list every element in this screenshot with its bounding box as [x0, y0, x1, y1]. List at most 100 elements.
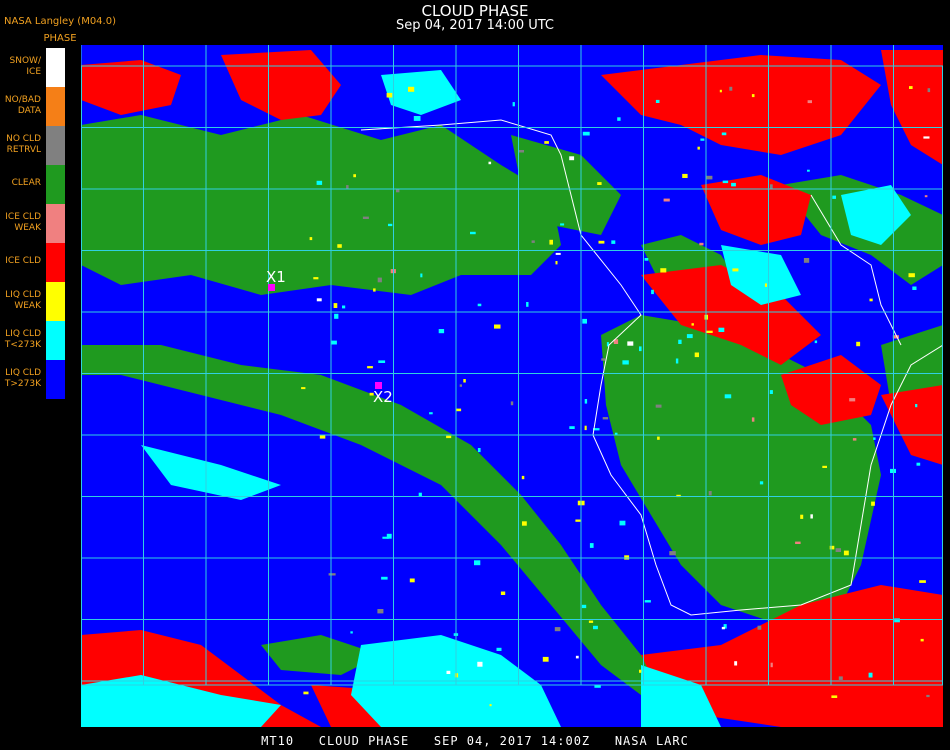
- legend-swatch: [46, 87, 65, 126]
- no-retrieval-speckle: [459, 384, 462, 387]
- legend-label: ICE CLD: [5, 212, 41, 222]
- legend-label: RETRVL: [6, 145, 41, 155]
- supercooled-speckle: [807, 169, 810, 172]
- weak-liquid-speckle: [920, 638, 924, 642]
- weak-liquid-speckle: [337, 244, 342, 248]
- legend-item: CLEAR: [0, 165, 66, 204]
- no-retrieval-speckle: [377, 609, 384, 614]
- legend-label: NO CLD: [6, 134, 41, 144]
- weak-liquid-speckle: [303, 691, 309, 695]
- supercooled-speckle: [894, 618, 900, 623]
- map-canvas: X1 X2: [81, 45, 943, 727]
- legend-label: ICE CLD: [5, 256, 41, 266]
- snow-ice-speckle: [627, 341, 634, 346]
- legend-item: ICE CLD: [0, 243, 66, 282]
- no-retrieval-speckle: [729, 86, 733, 91]
- supercooled-speckle: [759, 481, 764, 485]
- supercooled-speckle: [722, 180, 729, 184]
- supercooled-speckle: [477, 448, 481, 453]
- snow-ice-speckle: [446, 670, 451, 674]
- weak-liquid-speckle: [800, 514, 804, 519]
- supercooled-speckle: [584, 399, 588, 404]
- no-retrieval-speckle: [708, 491, 712, 496]
- no-retrieval-speckle: [803, 258, 810, 263]
- weak-liquid-speckle: [575, 519, 582, 522]
- weak-ice-speckle: [795, 541, 801, 544]
- supercooled-speckle: [429, 412, 433, 415]
- supercooled-speckle: [611, 240, 616, 244]
- weak-liquid-speckle: [691, 323, 694, 326]
- weak-liquid-speckle: [409, 578, 415, 583]
- supercooled-speckle: [873, 437, 876, 440]
- snow-ice-speckle: [477, 661, 483, 667]
- weak-ice-speckle: [770, 662, 773, 668]
- supercooled-speckle: [644, 258, 649, 261]
- supercooled-speckle: [316, 180, 323, 185]
- weak-liquid-speckle: [494, 324, 501, 329]
- no-retrieval-speckle: [655, 404, 662, 408]
- weak-liquid-speckle: [694, 352, 699, 358]
- no-retrieval-speckle: [835, 548, 841, 552]
- snow-ice-speckle: [575, 655, 579, 659]
- legend-item: ICE CLD WEAK: [0, 204, 66, 243]
- supercooled-speckle: [912, 286, 917, 290]
- supercooled-speckle: [724, 394, 732, 399]
- weak-liquid-speckle: [639, 669, 642, 673]
- supercooled-speckle: [589, 543, 594, 548]
- weak-liquid-speckle: [706, 330, 713, 333]
- supercooled-speckle: [582, 318, 587, 324]
- weak-liquid-speckle: [732, 268, 739, 272]
- weak-liquid-speckle: [373, 288, 376, 292]
- weak-ice-speckle: [807, 100, 812, 104]
- weak-liquid-speckle: [624, 555, 630, 560]
- supercooled-speckle: [388, 223, 393, 227]
- legend-label: CLEAR: [11, 178, 41, 188]
- weak-liquid-speckle: [333, 303, 338, 308]
- supercooled-speckle: [413, 116, 421, 121]
- no-retrieval-speckle: [705, 175, 713, 180]
- footer-caption: MT10 CLOUD PHASE SEP 04, 2017 14:00Z NAS…: [261, 734, 689, 748]
- location-marker-label: X1: [266, 268, 286, 286]
- legend-item: SNOW/ICE: [0, 48, 66, 87]
- supercooled-speckle: [593, 625, 598, 630]
- no-retrieval-speckle: [518, 150, 524, 153]
- weak-ice-speckle: [852, 438, 857, 441]
- weak-liquid-speckle: [751, 94, 755, 98]
- supercooled-speckle: [718, 327, 725, 332]
- no-retrieval-speckle: [346, 185, 349, 189]
- no-retrieval-speckle: [601, 358, 606, 361]
- supercooled-speckle: [512, 102, 515, 107]
- weak-liquid-speckle: [408, 86, 415, 92]
- supercooled-speckle: [644, 600, 651, 603]
- weak-ice-speckle: [751, 417, 755, 422]
- legend-swatch: [46, 321, 65, 360]
- supercooled-speckle: [617, 117, 621, 121]
- legend-swatch: [46, 48, 65, 87]
- weak-liquid-speckle: [446, 435, 452, 439]
- supercooled-speckle: [639, 346, 642, 352]
- legend-label: NO/BAD: [4, 95, 41, 105]
- no-retrieval-speckle: [554, 627, 561, 632]
- weak-liquid-speckle: [522, 521, 527, 526]
- legend-label: T<273K: [4, 340, 41, 350]
- supercooled-speckle: [470, 231, 476, 235]
- supercooled-speckle: [526, 302, 529, 307]
- no-retrieval-speckle: [510, 401, 514, 406]
- legend-label: WEAK: [14, 223, 41, 233]
- legend-item: NO CLD RETRVL: [0, 126, 66, 165]
- supercooled-speckle: [342, 305, 346, 309]
- legend-swatch: [46, 204, 65, 243]
- snow-ice-speckle: [569, 156, 575, 161]
- snow-ice-speckle: [923, 136, 930, 139]
- legend-item: LIQ CLD T<273K: [0, 321, 66, 360]
- legend-swatch: [46, 282, 65, 321]
- snow-ice-speckle: [316, 298, 322, 302]
- supercooled-speckle: [496, 647, 502, 651]
- weak-liquid-speckle: [697, 146, 700, 150]
- legend-label: LIQ CLD: [5, 368, 41, 378]
- weak-liquid-speckle: [584, 425, 587, 431]
- legend-item: LIQ CLD WEAK: [0, 282, 66, 321]
- legend-swatch: [46, 126, 65, 165]
- location-marker-label: X2: [373, 388, 393, 406]
- supercooled-speckle: [420, 273, 423, 278]
